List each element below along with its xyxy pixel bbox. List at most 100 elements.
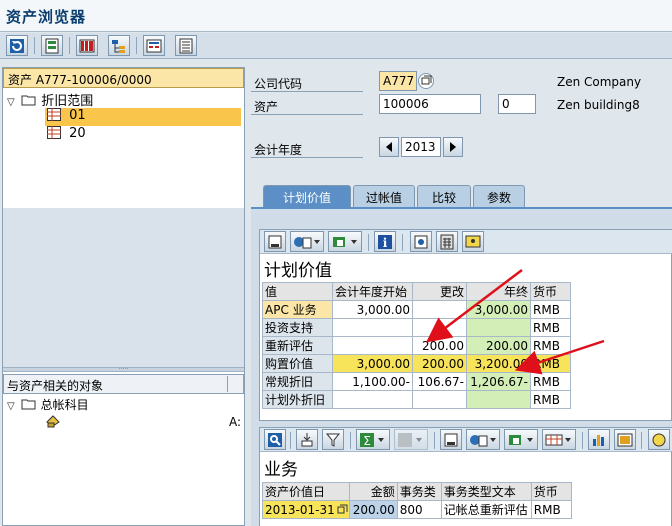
asset-subnumber-field[interactable]: 0 [498, 94, 536, 114]
layout-select-button[interactable] [542, 429, 576, 450]
cell-currency: RMB [530, 318, 571, 337]
tree-icon [112, 40, 125, 53]
print-button[interactable] [328, 231, 362, 252]
column-header[interactable]: 金额 [348, 482, 398, 501]
tab-content-panel: i 计划价值 值 会计年度开始 更改 年终 货币 APC 业务 3,000.00 [251, 207, 672, 526]
value-help-icon[interactable] [336, 504, 348, 516]
row-label: 计划外折旧 [262, 390, 333, 409]
column-header[interactable]: 货币 [530, 482, 572, 501]
column-header[interactable]: 会计年度开始 [332, 282, 413, 301]
tree-node-label: 总帐科目 [40, 398, 89, 412]
fiscal-year-field[interactable]: 2013 [401, 137, 441, 157]
previous-year-button[interactable] [379, 137, 399, 157]
table-row[interactable]: APC 业务 3,000.00 3,000.00 RMB [262, 300, 571, 319]
cell-end: 3,200.00 [466, 354, 531, 373]
folder-open-icon [21, 399, 36, 410]
column-header[interactable]: 事务类 [396, 482, 442, 501]
print-preview-button[interactable] [440, 429, 462, 450]
company-code-label: 公司代码 [254, 77, 303, 91]
layout-button[interactable] [41, 35, 63, 56]
refresh-button[interactable] [6, 35, 28, 56]
tree-item-area-20[interactable]: 20 [45, 126, 86, 144]
subtotal-button[interactable] [394, 429, 428, 450]
company-code-field[interactable]: A777 [379, 71, 417, 91]
graphic-button[interactable] [410, 231, 432, 252]
detail-button[interactable] [264, 231, 286, 252]
table-icon [47, 126, 61, 139]
table-row[interactable]: 2013-01-31 200.00 800 记帐总重新评估 RMB [262, 500, 572, 519]
cell-change: 106.67- [412, 372, 467, 391]
layout-select-icon [545, 434, 571, 446]
collapse-icon[interactable]: ▽ [7, 97, 17, 108]
export-button[interactable] [290, 231, 324, 252]
tab-comparison[interactable]: 比较 [417, 185, 471, 207]
pane-splitter[interactable]: ····· [3, 367, 244, 373]
filter-button[interactable] [322, 429, 344, 450]
find-button[interactable] [264, 429, 286, 450]
collapse-icon[interactable]: ▽ [7, 401, 17, 412]
cell-currency: RMB [530, 354, 571, 373]
table-row[interactable]: 常规折旧 1,100.00- 106.67- 1,206.67- RMB [262, 372, 571, 391]
spreadsheet-button[interactable] [504, 429, 538, 450]
cell-text: 记帐总重新评估 [440, 500, 532, 519]
column-header[interactable]: 年终 [466, 282, 531, 301]
list-icon [179, 38, 193, 54]
tree-empty-area [3, 208, 244, 368]
column-header[interactable]: 更改 [412, 282, 467, 301]
cell-currency: RMB [530, 300, 571, 319]
cell-start: 1,100.00- [332, 372, 413, 391]
export-button[interactable] [466, 429, 500, 450]
list-button[interactable] [175, 35, 197, 56]
sort-icon [301, 433, 313, 447]
column-header[interactable]: 值 [262, 282, 333, 301]
print-icon [333, 237, 357, 247]
tree-node-gl-accounts[interactable]: ▽ 总帐科目 [7, 396, 89, 414]
chart-button[interactable] [588, 429, 610, 450]
tree-node-label: 折旧范围 [41, 94, 94, 109]
tab-parameters[interactable]: 参数 [473, 185, 525, 207]
column-header[interactable]: 资产价值日 [262, 482, 350, 501]
asset-detail-pane: 公司代码 A777 Zen Company 资产 100006 0 Zen bu… [251, 67, 672, 526]
table-row[interactable]: 购置价值 3,000.00 200.00 3,200.00 RMB [262, 354, 571, 373]
table-row[interactable]: 重新评估 200.00 200.00 RMB [262, 336, 571, 355]
info-button[interactable]: i [374, 231, 396, 252]
calculator-button[interactable] [436, 231, 458, 252]
value-help-button[interactable] [418, 73, 434, 89]
info-circle-icon [652, 433, 666, 447]
tree-item-area-01[interactable]: 01 [45, 108, 241, 126]
tab-planned-values[interactable]: 计划价值 [263, 185, 351, 207]
cell-date[interactable]: 2013-01-31 [262, 500, 350, 519]
refresh-icon [10, 39, 24, 53]
cell-end: 3,000.00 [466, 300, 531, 319]
application-toolbar [0, 33, 672, 59]
cell-currency: RMB [530, 500, 572, 519]
asset-number-field[interactable]: 100006 [379, 94, 481, 114]
cell-currency: RMB [530, 372, 571, 391]
tree-node-depreciation-areas[interactable]: ▽ 折旧范围 [7, 90, 94, 109]
tab-posted-values[interactable]: 过帐值 [353, 185, 415, 207]
company-name: Zen Company [557, 75, 642, 89]
note-button[interactable] [462, 231, 484, 252]
arrow-right-icon [450, 142, 456, 152]
abc-icon [79, 39, 95, 53]
cell-start: 3,000.00 [332, 354, 413, 373]
column-header[interactable]: 事务类型文本 [440, 482, 532, 501]
table-row[interactable]: 计划外折旧 RMB [262, 390, 571, 409]
next-year-button[interactable] [443, 137, 463, 157]
row-label: 重新评估 [262, 336, 333, 355]
sort-button[interactable] [296, 429, 318, 450]
tree-button[interactable] [108, 35, 130, 56]
subtotal-icon [398, 433, 422, 447]
asset-label: 资产 [254, 100, 279, 114]
cell-currency: RMB [530, 390, 571, 409]
cell-type: 800 [396, 500, 442, 519]
column-header[interactable]: 货币 [530, 282, 571, 301]
abc-analysis-button[interactable] [614, 429, 636, 450]
cell-end: 200.00 [466, 336, 531, 355]
sum-button[interactable]: Σ [356, 429, 390, 450]
table-row[interactable]: 投资支持 RMB [262, 318, 571, 337]
info-button[interactable] [648, 429, 670, 450]
display-button[interactable] [143, 35, 165, 56]
tree-item-gl-account[interactable]: A: [45, 414, 243, 432]
abc-button[interactable] [76, 35, 98, 56]
